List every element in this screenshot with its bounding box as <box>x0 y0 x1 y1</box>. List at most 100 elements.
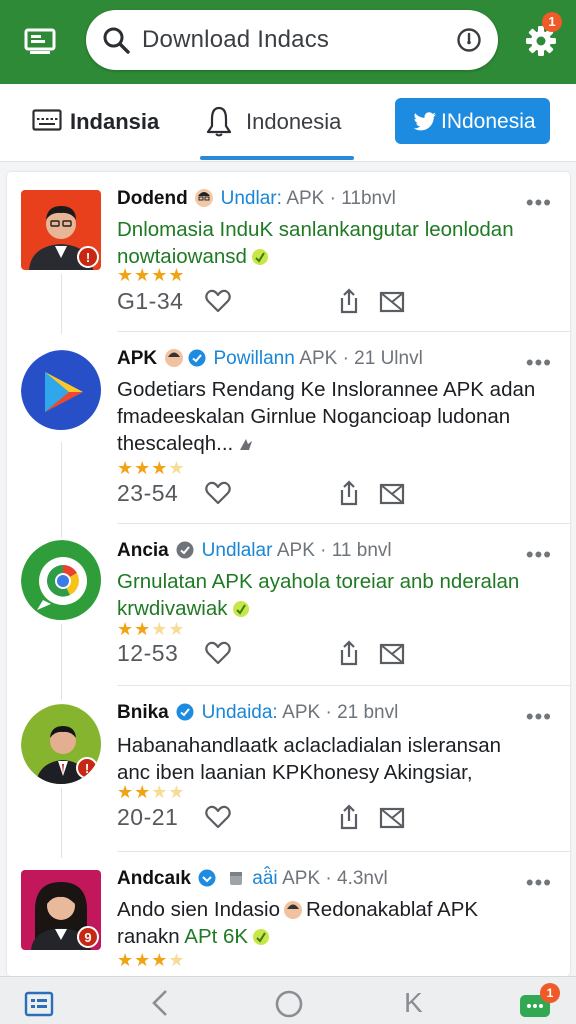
more-options-icon[interactable]: ••• <box>526 350 552 376</box>
notification-badge: 1 <box>542 12 562 32</box>
tab-label: Indansia <box>70 109 160 134</box>
post-feed[interactable]: ! Dodend Undlar: APK · 11bnvl ••• Dnloma… <box>7 172 570 976</box>
apps-icon[interactable] <box>24 991 54 1017</box>
leaf-badge-icon <box>251 249 268 265</box>
post-handle[interactable]: Undlar: <box>221 188 282 209</box>
back-icon[interactable] <box>150 989 170 1017</box>
message-icon[interactable] <box>379 482 405 506</box>
post-count: 20-21 <box>117 804 179 830</box>
post-meta: APK · 21 bnvl <box>282 702 399 723</box>
post-meta: APK · 21 Ulnvl <box>299 348 423 369</box>
post-item[interactable]: APK Powillann APK · 21 Ulnvl ••• Godetia… <box>7 332 570 524</box>
share-icon[interactable] <box>337 804 361 830</box>
post-item[interactable]: ! Dodend Undlar: APK · 11bnvl ••• Dnloma… <box>7 172 570 332</box>
post-author[interactable]: Ancia <box>117 540 169 561</box>
leaf-badge-icon <box>253 929 270 945</box>
svg-text:9: 9 <box>84 930 91 945</box>
history-icon[interactable] <box>456 27 482 53</box>
post-header: Ancia Undlalar APK · 11 bnvl <box>117 540 560 566</box>
avatar[interactable]: ! <box>21 190 101 270</box>
verified-icon <box>198 869 216 887</box>
post-item[interactable]: ! Bnika Undaida: APK · 21 bnvl ••• Haban… <box>7 686 570 852</box>
post-handle[interactable]: Undlalar <box>202 540 273 561</box>
heart-icon[interactable] <box>205 481 231 505</box>
active-tab-indicator <box>200 156 354 160</box>
post-item[interactable]: Ancia Undlalar APK · 11 bnvl ••• Grnulat… <box>7 524 570 686</box>
verified-icon <box>176 541 194 559</box>
svg-text:!: ! <box>86 250 90 265</box>
post-count: 12-53 <box>117 640 179 666</box>
hand-icon <box>240 439 253 450</box>
avatar[interactable] <box>21 540 101 620</box>
search-query[interactable]: Download Indacs <box>142 26 329 54</box>
top-app-bar: Download Indacs 1 <box>0 0 576 84</box>
share-icon[interactable] <box>337 640 361 666</box>
share-icon[interactable] <box>337 480 361 506</box>
tab-label: Indonesia <box>246 109 342 134</box>
tab-indansia[interactable]: Indansia <box>24 84 194 162</box>
search-icon <box>103 27 130 54</box>
rating-stars: ★★★★ <box>117 782 186 802</box>
tab-label: INdonesia <box>441 110 536 133</box>
post-meta: APK · 11bnvl <box>286 188 396 209</box>
post-author[interactable]: Bnika <box>117 702 169 723</box>
recents-icon[interactable]: K <box>404 987 423 1019</box>
more-options-icon[interactable]: ••• <box>526 704 552 730</box>
post-text: Habanahandlaatk aclacladialan isleransan… <box>117 732 556 786</box>
post-line: krwdivawiak <box>117 597 228 620</box>
heart-icon[interactable] <box>205 641 231 665</box>
keyboard-icon <box>32 109 62 131</box>
rating-stars: ★★★★ <box>117 265 186 285</box>
cup-icon <box>229 872 242 885</box>
rating-stars: ★★★★ <box>117 619 186 639</box>
post-line: Ando sien Indasio <box>117 898 280 921</box>
post-text: Ando sien Indasio Redonakablaf APK ranakn… <box>117 896 556 950</box>
post-line: APt 6K <box>184 925 249 948</box>
bell-icon <box>206 106 232 137</box>
share-icon[interactable] <box>337 288 361 314</box>
more-options-icon[interactable]: ••• <box>526 870 552 896</box>
post-meta: APK · 11 bnvl <box>276 540 392 561</box>
post-line: Habanahandlaatk aclacladialan isleransan <box>117 734 502 757</box>
post-line-with-icon: Ando sien Indasio Redonakablaf APK <box>117 896 556 923</box>
post-author[interactable]: APK <box>117 348 157 369</box>
verified-icon <box>176 703 194 721</box>
search-bar[interactable]: Download Indacs <box>86 10 498 70</box>
post-count: G1-34 <box>117 288 184 314</box>
presentation-icon[interactable] <box>24 28 56 56</box>
post-item[interactable]: 9 Andcaık aä̂i APK · 4.3nvl ••• Ando sie… <box>7 852 570 976</box>
more-options-icon[interactable]: ••• <box>526 190 552 216</box>
post-handle[interactable]: Undaida: <box>202 702 278 723</box>
post-line: thescaleqh... <box>117 432 234 455</box>
avatar-mini-icon <box>283 901 302 919</box>
more-options-icon[interactable]: ••• <box>526 542 552 568</box>
avatar[interactable]: 9 <box>21 870 101 950</box>
avatar[interactable] <box>21 350 101 430</box>
heart-icon[interactable] <box>205 805 231 829</box>
post-line: ranakn <box>117 925 180 948</box>
avatar-mini-icon <box>195 189 214 207</box>
post-line: Grnulatan APK ayahola toreiar anb nderal… <box>117 570 520 593</box>
heart-icon[interactable] <box>205 289 231 313</box>
bottom-navigation: K 1 <box>0 976 576 1024</box>
svg-text:!: ! <box>85 761 89 776</box>
tab-bar: Indansia Indonesia INdonesia <box>0 84 576 162</box>
post-header: Dodend Undlar: APK · 11bnvl <box>117 188 560 214</box>
tab-indonesia[interactable]: Indonesia <box>200 84 354 162</box>
post-line-with-icon: krwdivawiak <box>117 595 556 622</box>
post-author[interactable]: Andcaık <box>117 868 191 889</box>
avatar[interactable]: ! <box>21 704 101 784</box>
verified-icon <box>188 349 206 367</box>
leaf-badge-icon <box>232 601 249 617</box>
post-handle[interactable]: aä̂i <box>252 868 277 889</box>
post-line: Dnlomasia InduK sanlankangutar leonlodan <box>117 218 514 241</box>
message-icon[interactable] <box>379 290 405 314</box>
message-icon[interactable] <box>379 806 405 830</box>
message-icon[interactable] <box>379 642 405 666</box>
avatar-mini-icon <box>164 349 183 367</box>
tab-indonesia-twitter[interactable]: INdonesia <box>395 84 550 162</box>
post-author[interactable]: Dodend <box>117 188 188 209</box>
post-line-with-icon: ranakn APt 6K <box>117 923 556 950</box>
post-handle[interactable]: Powillann <box>213 348 294 369</box>
home-circle-icon[interactable] <box>274 989 304 1019</box>
